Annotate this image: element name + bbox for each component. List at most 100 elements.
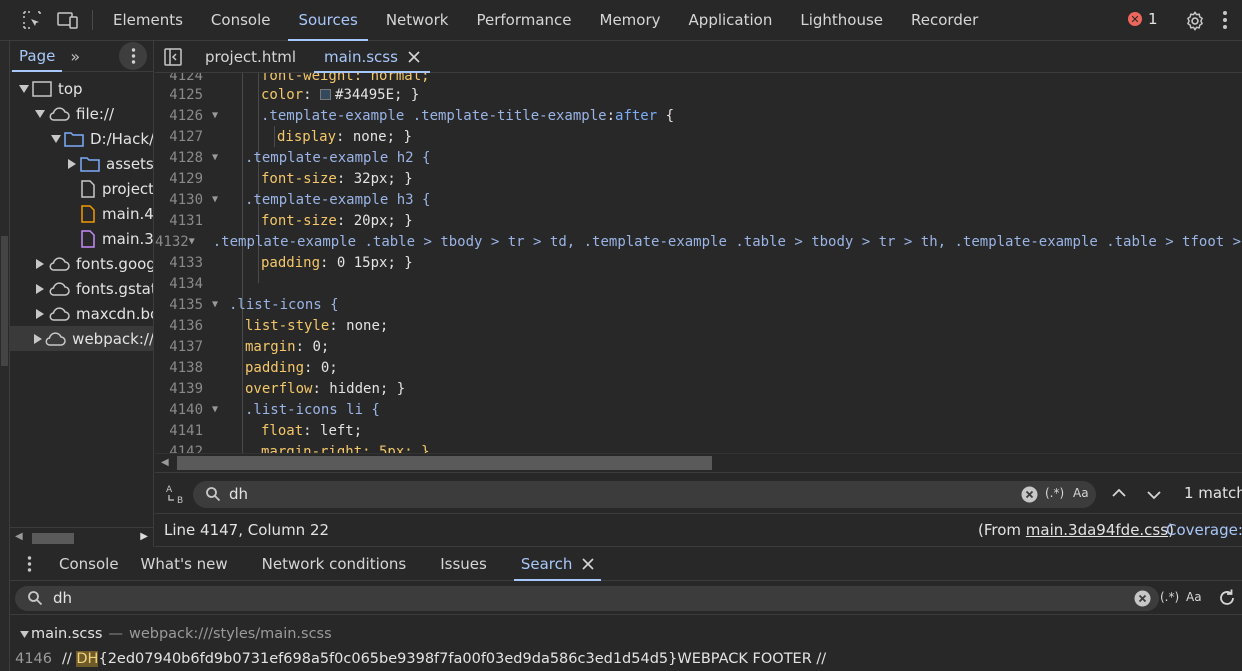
tree-item-maxcdn[interactable]: maxcdn.boo	[34, 301, 153, 326]
color-swatch[interactable]	[320, 88, 332, 100]
drawer-tab-whats-new[interactable]: What's new	[130, 548, 239, 581]
fold-arrow-icon[interactable]: ▼	[203, 194, 227, 205]
fold-arrow-icon[interactable]: ▼	[203, 152, 227, 163]
tab-recorder[interactable]: Recorder	[897, 0, 992, 41]
collapsed-triangle-icon[interactable]	[34, 308, 46, 320]
tree-label: file://	[76, 104, 115, 123]
code-editor[interactable]: 4124 font-weight: normal; 4125 color: #344…	[155, 73, 1242, 453]
navigator-horizontal-scrollbar[interactable]: ◀ ▶	[10, 527, 153, 547]
drawer-tab-search[interactable]: Search	[510, 548, 606, 581]
drawer-search-query: dh	[53, 589, 73, 607]
collapsed-triangle-icon[interactable]	[34, 283, 46, 295]
cloud-icon	[48, 281, 70, 297]
scroll-right-arrow-icon[interactable]: ▶	[140, 531, 148, 542]
tab-sources[interactable]: Sources	[284, 0, 371, 41]
collapsed-triangle-icon[interactable]	[66, 158, 78, 170]
tab-memory[interactable]: Memory	[586, 0, 675, 41]
expanded-triangle-icon[interactable]	[20, 626, 29, 642]
tree-item-main-js[interactable]: main.3c	[80, 226, 154, 251]
collapsed-triangle-icon[interactable]	[34, 258, 46, 270]
replace-toggle-icon[interactable]: AB	[165, 483, 187, 509]
result-file-name: main.scss	[31, 626, 103, 642]
drawer-tab-console[interactable]: Console	[48, 548, 130, 581]
regex-toggle-button[interactable]: (.*)	[1045, 486, 1064, 500]
code-line: 4140 ▼ .list-icons li {	[169, 401, 380, 418]
expanded-triangle-icon[interactable]	[50, 133, 62, 145]
tree-item-fonts-googleapis[interactable]: fonts.googl	[34, 251, 153, 276]
close-icon[interactable]	[582, 558, 594, 570]
tab-network[interactable]: Network	[372, 0, 463, 41]
find-input[interactable]: dh (.*) Aa	[193, 481, 1096, 508]
fold-arrow-icon[interactable]: ▼	[203, 299, 227, 310]
tab-application[interactable]: Application	[675, 0, 787, 41]
error-count-badge[interactable]: ✕ 1	[1128, 10, 1158, 28]
more-options-icon[interactable]	[1222, 10, 1228, 34]
tree-item-project[interactable]: project	[80, 176, 153, 201]
search-result-file[interactable]: main.scss — webpack:///styles/main.scss	[20, 626, 332, 642]
code-line: 4128 ▼ .template-example h2 {	[169, 149, 431, 166]
scroll-left-arrow-icon[interactable]: ◀	[161, 457, 169, 468]
drawer-search-input[interactable]: dh	[15, 586, 1159, 611]
tree-item-file[interactable]: file://	[34, 101, 114, 126]
tab-page[interactable]: Page	[10, 41, 64, 72]
close-icon[interactable]	[408, 50, 420, 63]
drawer-tab-issues[interactable]: Issues	[429, 548, 498, 581]
drawer-menu-icon[interactable]	[10, 548, 48, 581]
drawer-tab-label: Search	[520, 555, 573, 573]
navigator-scroll-thumb[interactable]	[32, 533, 74, 544]
editor-scroll-thumb[interactable]	[177, 456, 712, 470]
tree-label: webpack://	[72, 329, 154, 348]
tab-elements[interactable]: Elements	[99, 0, 197, 41]
folder-icon	[80, 156, 100, 172]
match-count: 1 match	[1184, 484, 1242, 502]
tree-item-webpack[interactable]: webpack://	[10, 326, 154, 351]
fold-arrow-icon[interactable]: ▼	[203, 110, 227, 121]
scroll-left-arrow-icon[interactable]: ◀	[15, 531, 23, 542]
editor-tab-project-html[interactable]: project.html	[191, 41, 310, 73]
device-toolbar-icon[interactable]	[50, 0, 86, 41]
code-line: 4132 ▼ .template-example .table > tbody > …	[155, 233, 1242, 250]
fold-arrow-icon[interactable]: ▼	[203, 404, 227, 415]
tab-performance[interactable]: Performance	[462, 0, 585, 41]
gutter-scroll-thumb[interactable]	[1, 236, 8, 366]
match-case-button[interactable]: Aa	[1073, 486, 1089, 500]
expanded-triangle-icon[interactable]	[34, 108, 46, 120]
cloud-icon	[48, 256, 70, 272]
folder-icon	[64, 131, 84, 147]
editor-tab-label: project.html	[205, 47, 296, 66]
chevron-up-icon[interactable]	[1112, 486, 1126, 502]
tab-console[interactable]: Console	[197, 0, 285, 41]
search-result-line[interactable]: 4146 // DH {2ed07940b6fd9b0731ef698a5f0c0…	[10, 648, 1242, 670]
left-gutter	[0, 41, 10, 671]
document-icon	[80, 179, 96, 198]
navigator-menu-icon[interactable]	[119, 42, 147, 70]
source-file-link[interactable]: main.3da94fde.css	[1026, 521, 1168, 539]
expanded-triangle-icon[interactable]	[18, 83, 30, 95]
regex-toggle-button[interactable]: (.*)	[1160, 590, 1179, 604]
tree-label: main.3c	[102, 229, 154, 248]
tree-item-fonts-gstatic[interactable]: fonts.gstatic	[34, 276, 153, 301]
match-case-button[interactable]: Aa	[1186, 590, 1202, 604]
refresh-icon[interactable]	[1217, 588, 1237, 612]
editor-tab-main-scss[interactable]: main.scss	[310, 41, 434, 73]
tree-item-assets[interactable]: assets/i	[66, 151, 153, 176]
clear-search-icon[interactable]	[1134, 590, 1151, 611]
inspect-element-icon[interactable]	[14, 0, 50, 41]
coverage-link[interactable]: Coverage: n	[1166, 521, 1242, 539]
tab-lighthouse[interactable]: Lighthouse	[786, 0, 897, 41]
tree-item-main-css[interactable]: main.4c	[80, 201, 154, 226]
drawer-tab-network-conditions[interactable]: Network conditions	[251, 548, 418, 581]
code-line: 4141 float: left;	[169, 422, 363, 439]
tree-item-folder[interactable]: D:/Hack/c	[50, 126, 153, 151]
toggle-navigator-icon[interactable]	[155, 41, 191, 73]
clear-search-icon[interactable]	[1021, 486, 1038, 507]
tree-item-top[interactable]: top	[18, 76, 83, 101]
collapsed-triangle-icon[interactable]	[34, 333, 43, 345]
source-map-origin: (From main.3da94fde.css)	[978, 521, 1174, 539]
editor-horizontal-scrollbar[interactable]: ◀	[155, 453, 1242, 471]
chevron-down-icon[interactable]	[1147, 488, 1161, 504]
settings-gear-icon[interactable]	[1184, 10, 1206, 36]
more-tabs-chevron-icon[interactable]: »	[70, 47, 80, 66]
tree-label: main.4c	[102, 204, 154, 223]
tree-label: fonts.gstatic	[76, 279, 153, 298]
